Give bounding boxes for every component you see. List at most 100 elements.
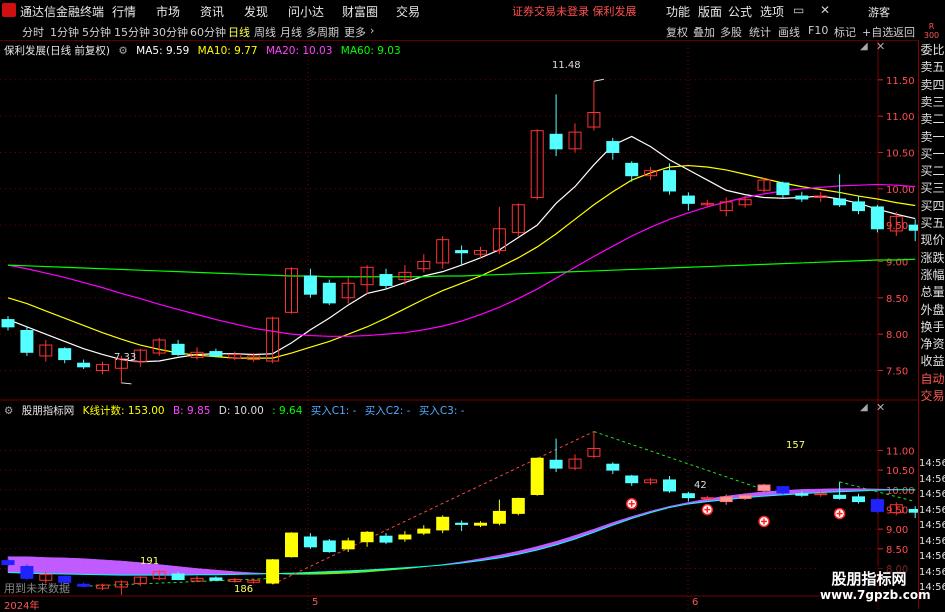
tab-period-multi[interactable]: 多周期	[306, 24, 339, 40]
candle-body[interactable]	[795, 195, 809, 200]
f10-button[interactable]: F10	[808, 24, 828, 37]
tab-period-30min[interactable]: 30分钟	[152, 24, 188, 40]
candle-body[interactable]	[625, 475, 639, 484]
candle-body[interactable]	[474, 522, 487, 526]
restore-right-button[interactable]: 复权	[666, 24, 688, 40]
candle-body[interactable]	[606, 463, 620, 471]
candle-body[interactable]	[1, 560, 15, 566]
candle-body[interactable]	[549, 133, 563, 150]
window-minimize-icon[interactable]: ▭	[793, 3, 804, 17]
menu-item-ask[interactable]: 问小达	[288, 3, 324, 20]
pin-icon[interactable]: ◢	[860, 402, 868, 413]
menu-item-fortune[interactable]: 财富圈	[342, 3, 378, 20]
window-close-icon[interactable]: ✕	[820, 3, 830, 17]
pin-icon[interactable]: ◢	[860, 41, 868, 52]
indicator-name[interactable]: 股朋指标网	[22, 405, 75, 417]
candle-body[interactable]	[20, 566, 34, 579]
candle-body[interactable]	[719, 496, 733, 503]
candle-body[interactable]	[757, 484, 771, 492]
candle-body[interactable]	[455, 250, 469, 254]
candle-body[interactable]	[341, 540, 355, 550]
candle-body[interactable]	[776, 486, 790, 494]
candle-body[interactable]	[379, 274, 393, 286]
candle-body[interactable]	[20, 330, 34, 353]
candle-body[interactable]	[870, 206, 884, 230]
candle-body[interactable]	[738, 495, 752, 499]
sidebar-item-20[interactable]: 交易	[919, 386, 945, 406]
menu-item-trade[interactable]: 交易	[396, 3, 420, 20]
settings-gear-icon[interactable]: ⚙	[4, 405, 13, 417]
close-panel-icon[interactable]: ✕	[876, 401, 885, 414]
candle-body[interactable]	[833, 198, 847, 206]
candle-body[interactable]	[700, 497, 714, 500]
mark-button[interactable]: 标记	[834, 24, 856, 40]
tab-period-1min[interactable]: 1分钟	[50, 24, 79, 40]
menu-item-layout[interactable]: 版面	[698, 3, 722, 20]
candle-body[interactable]	[322, 282, 336, 304]
candle-body[interactable]	[681, 493, 695, 499]
candle-body[interactable]	[511, 497, 525, 514]
menu-item-news[interactable]: 资讯	[200, 3, 224, 20]
draw-line-button[interactable]: 画线	[778, 24, 800, 40]
tab-period-weekly[interactable]: 周线	[254, 24, 276, 40]
candle-body[interactable]	[681, 195, 695, 204]
menu-item-function[interactable]: 功能	[666, 3, 690, 20]
more-chevron-icon[interactable]: ›	[370, 24, 374, 37]
candle-body[interactable]	[776, 182, 790, 196]
candle-body[interactable]	[398, 534, 412, 540]
close-panel-icon[interactable]: ✕	[876, 40, 885, 53]
menu-item-market[interactable]: 市场	[156, 3, 180, 20]
candle-body[interactable]	[530, 457, 544, 495]
candle-body[interactable]	[379, 535, 393, 543]
candle-body[interactable]	[171, 343, 185, 355]
settings-gear-icon[interactable]: ⚙	[118, 45, 127, 57]
tab-period-daily[interactable]: 日线	[228, 24, 250, 40]
candle-body[interactable]	[663, 170, 676, 192]
menu-item-formula[interactable]: 公式	[728, 3, 752, 20]
multi-stock-button[interactable]: 多股	[720, 24, 742, 40]
candle-body[interactable]	[303, 275, 317, 295]
candle-body[interactable]	[625, 162, 639, 177]
menu-item-discover[interactable]: 发现	[244, 3, 268, 20]
candle-body[interactable]	[77, 362, 91, 368]
candle-body[interactable]	[455, 522, 469, 525]
tab-period-more[interactable]: 更多	[344, 24, 366, 40]
candle-body[interactable]	[908, 224, 918, 231]
candle-body[interactable]	[908, 508, 918, 513]
candle-body[interactable]	[436, 516, 450, 531]
candle-body[interactable]	[833, 494, 847, 499]
candle-body[interactable]	[77, 583, 91, 587]
overlay-button[interactable]: 叠加	[693, 24, 715, 40]
tab-period-60min[interactable]: 60分钟	[190, 24, 226, 40]
candle-body[interactable]	[209, 577, 223, 581]
add-watchlist-button[interactable]: +自选	[862, 24, 893, 40]
tab-period-timeshare[interactable]: 分时	[22, 24, 44, 40]
candle-body[interactable]	[360, 531, 374, 543]
candle-body[interactable]	[417, 528, 431, 534]
statistics-button[interactable]: 统计	[749, 24, 771, 40]
candle-body[interactable]	[870, 499, 884, 512]
tab-period-monthly[interactable]: 月线	[280, 24, 302, 40]
tab-period-5min[interactable]: 5分钟	[82, 24, 111, 40]
tab-period-15min[interactable]: 15分钟	[114, 24, 150, 40]
candle-body[interactable]	[549, 459, 563, 469]
candle-body[interactable]	[492, 510, 506, 524]
candle-body[interactable]	[209, 351, 223, 357]
guest-label[interactable]: 游客	[868, 4, 890, 20]
candle-body[interactable]	[852, 496, 865, 503]
candle-body[interactable]	[1, 319, 15, 328]
candle-body[interactable]	[58, 348, 72, 361]
candle-body[interactable]	[285, 532, 298, 558]
menu-item-options[interactable]: 选项	[760, 3, 784, 20]
stock-label[interactable]: 保利发展(日线 前复权)	[4, 45, 110, 57]
main-candles[interactable]	[1, 81, 918, 383]
back-button[interactable]: 返回	[893, 24, 915, 40]
candle-body[interactable]	[814, 493, 828, 496]
candle-body[interactable]	[171, 573, 185, 581]
candle-body[interactable]	[663, 479, 676, 492]
candle-body[interactable]	[795, 493, 809, 496]
candle-body[interactable]	[852, 201, 865, 212]
candle-body[interactable]	[606, 141, 620, 153]
candle-body[interactable]	[303, 536, 317, 548]
candle-body[interactable]	[322, 540, 336, 553]
